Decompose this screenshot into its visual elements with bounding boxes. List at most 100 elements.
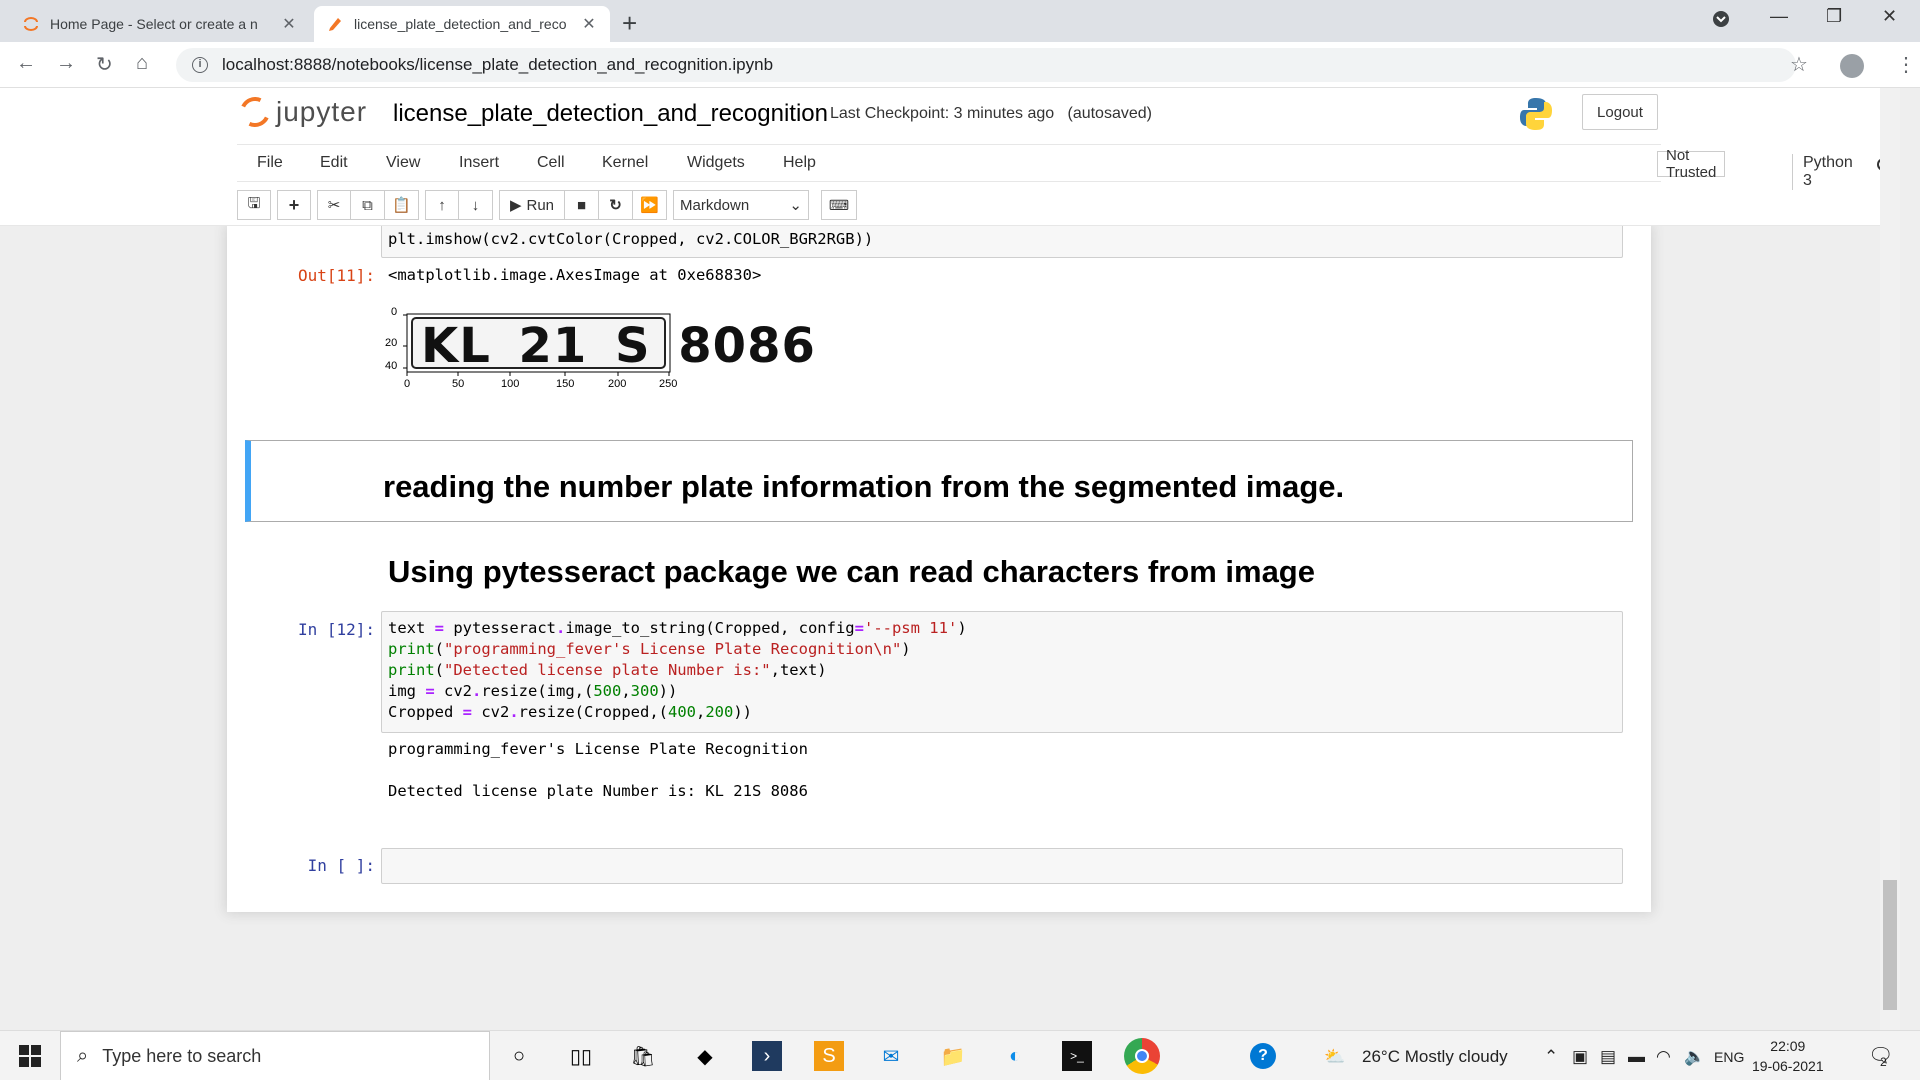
chrome-icon[interactable] (1124, 1038, 1160, 1074)
copy-button[interactable]: ⧉ (351, 190, 385, 220)
cut-button[interactable]: ✂ (317, 190, 351, 220)
menu-view[interactable]: View (386, 154, 420, 172)
tray-chevron-icon[interactable]: ⌃ (1544, 1047, 1558, 1067)
close-window-icon[interactable]: ✕ (1882, 6, 1897, 27)
menu-row: File Edit View Insert Cell Kernel Widget… (237, 144, 1890, 190)
code-cell-12[interactable]: text = pytesseract.image_to_string(Cropp… (381, 611, 1623, 733)
bookmark-star-icon[interactable]: ☆ (1790, 52, 1808, 77)
autosave-text: (autosaved) (1067, 105, 1152, 122)
forward-icon[interactable]: → (56, 52, 76, 75)
notification-count: 2 (1880, 1055, 1887, 1069)
run-label: Run (526, 196, 555, 214)
tab-search-icon[interactable] (1712, 10, 1730, 33)
paste-button[interactable]: 📋 (385, 190, 419, 220)
not-trusted-button[interactable]: Not Trusted (1657, 147, 1726, 181)
back-icon[interactable]: ← (16, 52, 36, 75)
close-tab-icon[interactable]: ✕ (580, 14, 598, 34)
logout-button[interactable]: Logout (1582, 94, 1658, 130)
new-tab-button[interactable]: + (622, 8, 637, 39)
checkpoint-status: Last Checkpoint: 3 minutes ago (autosave… (830, 105, 1152, 123)
dropbox-icon[interactable]: ◆ (690, 1041, 720, 1071)
cortana-icon[interactable]: ○ (504, 1041, 534, 1071)
home-icon[interactable]: ⌂ (136, 52, 148, 75)
language-indicator[interactable]: ENG (1714, 1049, 1744, 1065)
restart-button[interactable]: ↻ (599, 190, 633, 220)
notebook-page: plt.imshow(cv2.cvtColor(Cropped, cv2.COL… (227, 226, 1651, 912)
empty-code-cell[interactable] (381, 848, 1623, 884)
terminal-icon[interactable]: >_ (1062, 1041, 1092, 1071)
menu-help[interactable]: Help (783, 154, 816, 172)
markdown-heading-2: Using pytesseract package we can read ch… (388, 554, 1315, 589)
scrollbar-thumb[interactable] (1883, 880, 1897, 1010)
reload-icon[interactable]: ↻ (96, 52, 113, 77)
notebook-name[interactable]: license_plate_detection_and_recognition (393, 100, 828, 128)
output-line: Detected license plate Number is: KL 21S… (388, 782, 808, 800)
address-bar[interactable]: i localhost:8888/notebooks/license_plate… (176, 48, 1796, 82)
run-button[interactable]: ▶ Run (499, 190, 565, 220)
x-tick-label: 150 (556, 378, 575, 390)
menu-cell[interactable]: Cell (537, 154, 565, 172)
tray-screen-icon[interactable]: ▤ (1600, 1047, 1616, 1067)
cell-type-select[interactable]: Markdown ⌄ (673, 190, 809, 220)
file-explorer-icon[interactable]: 📁 (938, 1041, 968, 1071)
profile-avatar-icon[interactable] (1840, 54, 1864, 78)
plus-icon: + (288, 194, 300, 215)
tab-home-page[interactable]: Home Page - Select or create a n ✕ (10, 6, 310, 42)
notebook-favicon-icon (326, 15, 344, 33)
mail-icon[interactable]: ✉ (876, 1041, 906, 1071)
menu-edit[interactable]: Edit (320, 154, 348, 172)
jupyter-logo-icon (235, 92, 275, 132)
save-icon: 🖫 (247, 194, 261, 212)
plate-plot: KL 21 S 8086 0 20 40 0 50 100 150 200 25… (367, 306, 815, 410)
tray-app-icon[interactable]: ▣ (1572, 1047, 1588, 1067)
battery-icon[interactable]: ▬ (1628, 1047, 1645, 1067)
scissors-icon: ✂ (327, 197, 341, 214)
move-up-button[interactable]: ↑ (425, 190, 459, 220)
fast-forward-icon: ⏩ (640, 197, 659, 214)
markdown-cell-selected[interactable]: reading the number plate information fro… (245, 440, 1633, 522)
taskbar-search[interactable]: ⌕ Type here to search (60, 1031, 490, 1080)
minimize-icon[interactable]: — (1770, 6, 1788, 27)
tab-title: Home Page - Select or create a n (50, 16, 258, 32)
stop-icon: ■ (576, 196, 587, 214)
insert-cell-button[interactable]: + (277, 190, 311, 220)
jupyter-wordmark: jupyter (276, 96, 368, 127)
tab-notebook[interactable]: license_plate_detection_and_reco ✕ (314, 6, 610, 42)
page-scrollbar[interactable] (1880, 88, 1900, 1030)
task-view-icon[interactable]: ▯▯ (566, 1041, 596, 1071)
y-tick-label: 40 (385, 360, 398, 372)
interrupt-button[interactable]: ■ (565, 190, 599, 220)
maximize-icon[interactable]: ❐ (1826, 6, 1842, 27)
move-down-button[interactable]: ↓ (459, 190, 493, 220)
menu-widgets[interactable]: Widgets (687, 154, 745, 172)
sublime-icon[interactable]: S (814, 1041, 844, 1071)
wifi-icon[interactable]: ◠ (1656, 1047, 1671, 1067)
in-prompt-empty: In [ ]: (307, 856, 375, 875)
browser-menu-icon[interactable]: ⋮ (1896, 52, 1916, 77)
notification-center[interactable]: 🗨 2 (1868, 1043, 1893, 1069)
restart-run-all-button[interactable]: ⏩ (633, 190, 667, 220)
play-icon: ▶ (509, 197, 522, 214)
weather-icon[interactable]: ⛅ (1324, 1047, 1345, 1067)
save-button[interactable]: 🖫 (237, 190, 271, 220)
help-icon[interactable]: ? (1250, 1043, 1276, 1069)
jupyter-logo[interactable]: jupyter (235, 92, 368, 132)
windows-start-icon[interactable] (15, 1041, 45, 1071)
site-info-icon[interactable]: i (192, 57, 208, 73)
close-tab-icon[interactable]: ✕ (280, 14, 298, 34)
pycharm-icon[interactable]: › (752, 1041, 782, 1071)
search-icon: ⌕ (77, 1044, 89, 1067)
kernel-name[interactable]: Python 3 (1792, 154, 1853, 190)
code-cell-11[interactable]: plt.imshow(cv2.cvtColor(Cropped, cv2.COL… (381, 226, 1623, 258)
command-palette-button[interactable]: ⌨ (821, 190, 857, 220)
volume-icon[interactable]: 🔈 (1684, 1047, 1705, 1067)
url-text: localhost:8888/notebooks/license_plate_d… (222, 55, 774, 74)
edge-icon[interactable]: ◐ (1000, 1041, 1030, 1071)
system-clock[interactable]: 22:09 19-06-2021 (1752, 1036, 1824, 1076)
menu-file[interactable]: File (257, 154, 283, 172)
restart-icon: ↻ (609, 197, 622, 214)
menu-insert[interactable]: Insert (459, 154, 499, 172)
menu-kernel[interactable]: Kernel (602, 154, 648, 172)
store-icon[interactable]: 🛍 (628, 1041, 658, 1071)
weather-text[interactable]: 26°C Mostly cloudy (1362, 1047, 1508, 1067)
